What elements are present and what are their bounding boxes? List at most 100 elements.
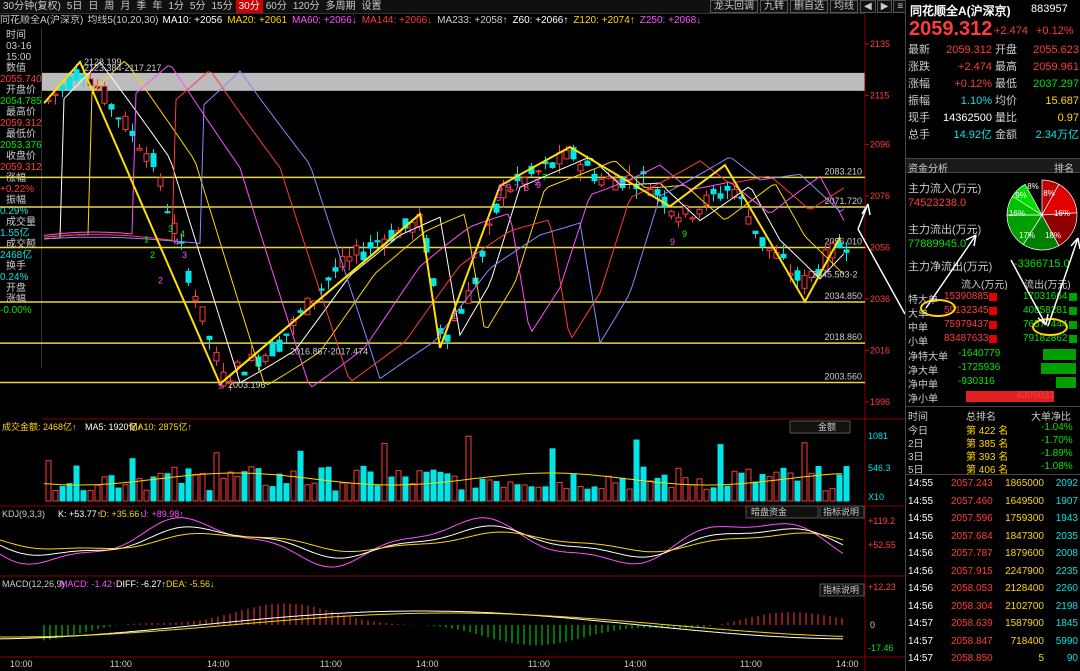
candle-body (675, 217, 682, 223)
volume-bar (542, 486, 549, 502)
fund-rank-tab[interactable]: 排名 (1054, 160, 1074, 175)
candle-body (66, 76, 73, 90)
volume-bar (535, 486, 542, 502)
quote-label: 总手 (908, 129, 930, 141)
period-tab[interactable]: 120分 (290, 0, 323, 13)
volume-bar (248, 466, 255, 502)
volume-bar (150, 476, 157, 502)
main-in-value: 74523238.0 (908, 197, 967, 209)
tick-amount: 2260 (1055, 583, 1078, 594)
main-kline-chart[interactable]: 213521152096207620562036201619962083.210… (0, 14, 905, 671)
candle-body (668, 210, 675, 217)
td-sequence-number: 9 (534, 178, 539, 188)
volume-axis-label: 1081 (868, 431, 888, 441)
period-tab[interactable]: 月 (117, 0, 133, 13)
period-tab[interactable]: 多周期 (323, 0, 359, 13)
candle-body (122, 115, 129, 131)
tick-price: 2058.304 (951, 600, 993, 612)
period-tab[interactable]: 设置 (359, 0, 385, 13)
tool-button[interactable]: 龙头回调 (710, 0, 758, 13)
volume-bar (185, 468, 192, 502)
candle-body (479, 250, 486, 257)
period-tab[interactable]: 30分钟(复权) (0, 0, 64, 13)
candle-body (262, 355, 269, 363)
tool-button[interactable]: 删自选 (790, 0, 828, 13)
level-label: 2071.720 (824, 196, 862, 206)
candle-body (108, 104, 115, 110)
flow-in-value: 15390885 (944, 291, 989, 302)
volume-bar (171, 466, 178, 502)
window-control-icon[interactable]: ◀ (860, 0, 876, 13)
flow-out-bar (1069, 321, 1077, 329)
volume-bar (528, 486, 535, 502)
candle-body (780, 253, 787, 259)
candle-body (598, 178, 605, 186)
td-sequence-number: 7 (514, 183, 519, 193)
price-axis-label: 2135 (870, 39, 890, 49)
macd-dea: DEA: -5.56↓ (166, 579, 215, 589)
main-net-value: -3366715.0 (1014, 258, 1070, 270)
net-flow-bar (1056, 377, 1076, 388)
ma233-line (43, 70, 845, 380)
volume-bar (738, 472, 745, 502)
tick-price: 2057.915 (951, 565, 993, 577)
period-tab[interactable]: 日 (85, 0, 101, 13)
price-axis-label: 2016 (870, 345, 890, 355)
volume-bar (710, 487, 717, 502)
volume-bar (290, 470, 297, 502)
volume-bar (234, 475, 241, 502)
tick-price: 2057.684 (951, 530, 993, 542)
volume-bar (213, 452, 220, 502)
candle-body (143, 153, 150, 162)
volume-bar (311, 482, 318, 502)
tick-time: 14:56 (908, 548, 934, 559)
volume-bars (45, 435, 850, 502)
volume-bar (507, 481, 514, 502)
volume-bar (45, 460, 52, 502)
fund-analysis-tab[interactable]: 资金分析 (908, 160, 948, 175)
kdj-axis-label: +119.2 (868, 516, 895, 526)
period-tab[interactable]: 60分 (263, 0, 290, 13)
candle-body (234, 361, 241, 367)
period-tab[interactable]: 5日 (64, 0, 86, 13)
rank-ratio: -1.08% (1041, 461, 1073, 472)
period-tab[interactable]: 15分 (208, 0, 235, 13)
volume-bar (773, 471, 780, 502)
net-flow-value: -1640779 (958, 348, 1001, 359)
quote-label: 量比 (995, 112, 1017, 124)
range-band (42, 72, 865, 91)
volume-bar (269, 486, 276, 502)
tool-button[interactable]: 均线 (830, 0, 858, 13)
flow-label: 小单 (908, 337, 928, 348)
period-tab[interactable]: 年 (149, 0, 165, 13)
volume-bar (549, 448, 556, 502)
pie-slice-label: 16% (1054, 209, 1070, 218)
volume-bar (367, 471, 374, 502)
tool-button[interactable]: 九转 (760, 0, 788, 13)
td-sequence-number: 5 (496, 193, 501, 203)
volume-bar (395, 470, 402, 502)
volume-bar (227, 471, 234, 502)
macd-axis-label: -17.46 (868, 643, 894, 653)
period-tab[interactable]: 周 (101, 0, 117, 13)
window-control-icon[interactable]: ▶ (876, 0, 893, 13)
period-tab[interactable]: 季 (133, 0, 149, 13)
volume-bar (682, 477, 689, 502)
period-tab[interactable]: 1分 (165, 0, 187, 13)
volume-bar (325, 466, 332, 502)
volume-bar (241, 471, 248, 502)
volume-bar (283, 483, 290, 502)
candle-body (150, 153, 157, 168)
net-flow-value: -930316 (958, 376, 995, 387)
flow-out-value: 40858281 (1023, 305, 1068, 316)
candle-body (136, 147, 143, 151)
tick-amount: 2035 (1055, 530, 1078, 542)
volume-bar (591, 486, 598, 502)
right-toolbar: 龙头回调九转删自选均线◀▶≡⊞✕ (710, 0, 943, 14)
volume-bar (808, 472, 815, 502)
macd-diff: DIFF: -6.27↑ (116, 579, 166, 589)
volume-axis-label: 546.3 (868, 463, 891, 473)
time-axis-label: 11:00 (528, 659, 550, 669)
period-tab[interactable]: 30分 (235, 0, 263, 13)
period-tab[interactable]: 5分 (187, 0, 209, 13)
